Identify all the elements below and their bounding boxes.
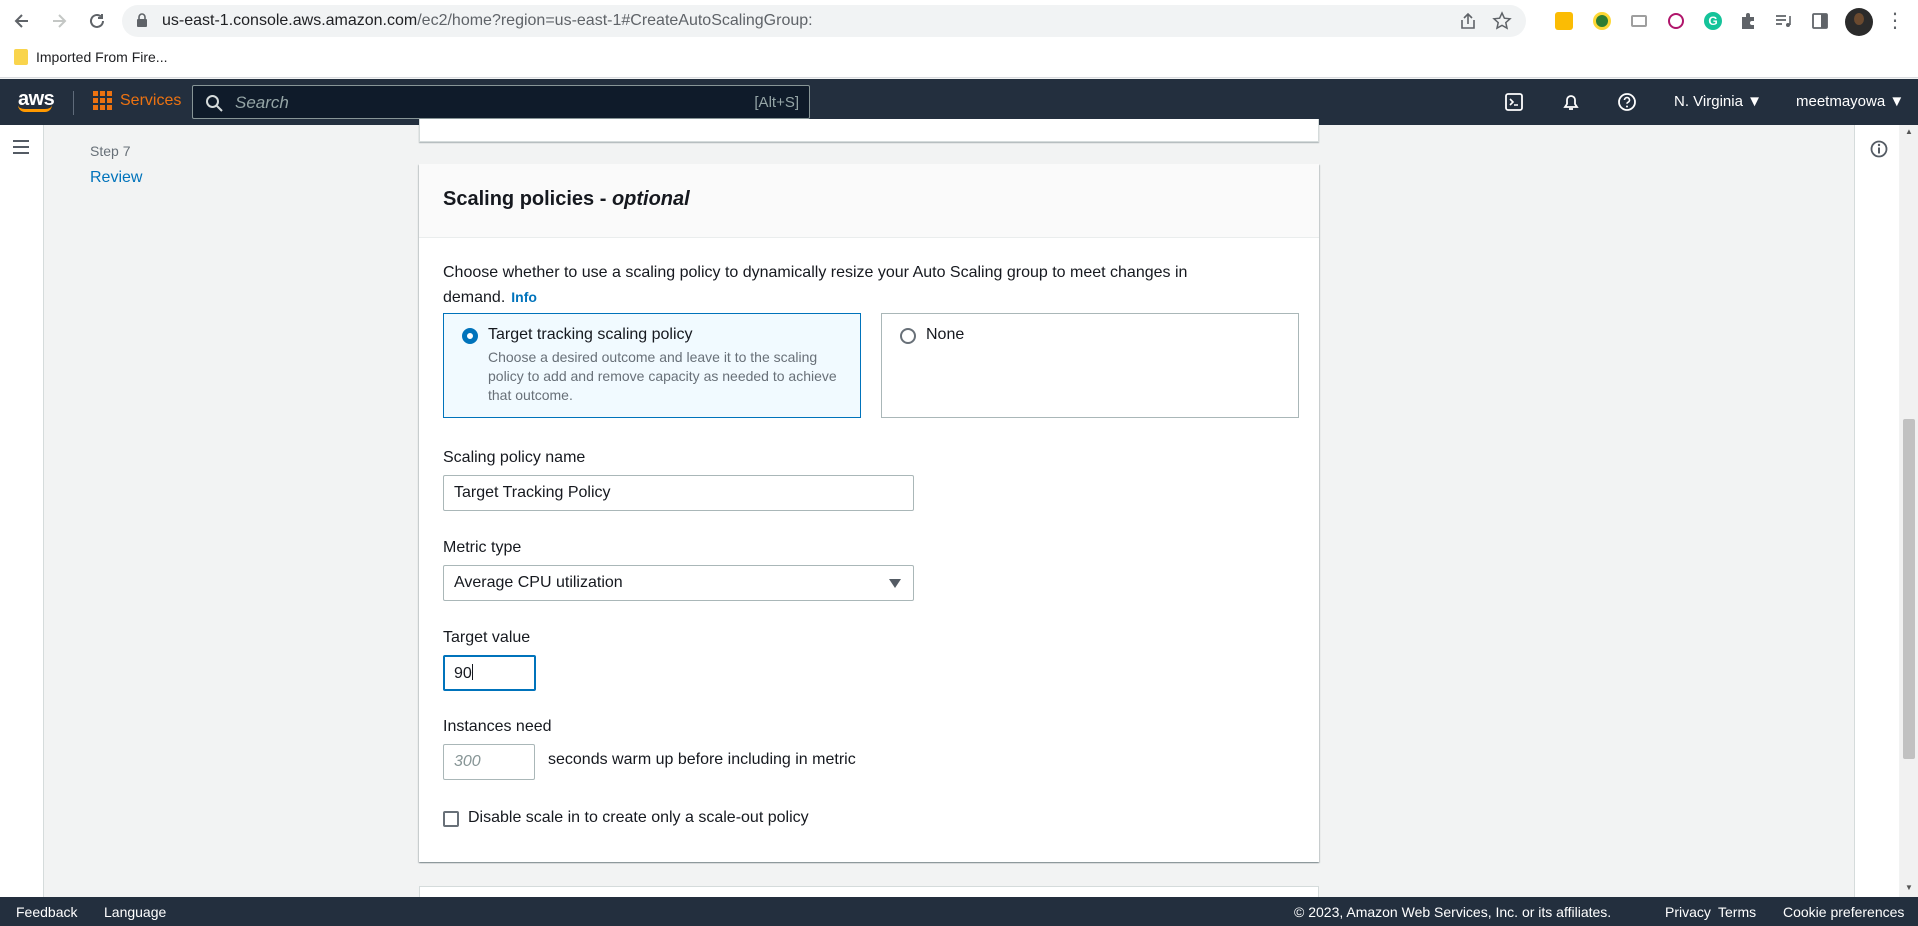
option-target-tracking[interactable]: Target tracking scaling policy Choose a … <box>443 313 861 418</box>
search-placeholder: Search <box>235 93 289 112</box>
page-scrollbar[interactable]: ▲ ▼ <box>1900 125 1918 897</box>
privacy-link[interactable]: Privacy <box>1665 904 1711 920</box>
bookmarks-bar: Imported From Fire... <box>0 42 1918 78</box>
none-label: None <box>926 326 965 343</box>
side-nav-rail <box>0 125 44 897</box>
browser-toolbar: us-east-1.console.aws.amazon.com/ec2/hom… <box>0 0 1918 42</box>
metric-type-label: Metric type <box>443 539 522 556</box>
policy-name-label: Scaling policy name <box>443 449 586 466</box>
cloudshell-icon[interactable] <box>1503 91 1525 113</box>
target-tracking-label: Target tracking scaling policy <box>488 326 693 343</box>
forward-arrow-icon[interactable] <box>47 9 71 33</box>
target-value-label: Target value <box>443 629 531 646</box>
wizard-step-nav: Step 7 Review <box>90 143 142 187</box>
instances-need-label: Instances need <box>443 718 552 735</box>
copyright-text: © 2023, Amazon Web Services, Inc. or its… <box>1294 904 1612 920</box>
scroll-up-icon[interactable]: ▲ <box>1905 127 1913 136</box>
share-icon[interactable] <box>1458 11 1478 36</box>
language-link[interactable]: Language <box>104 904 166 920</box>
none-radio[interactable] <box>900 328 916 344</box>
disable-scale-in-checkbox[interactable] <box>443 811 459 827</box>
screen-extension-icon[interactable] <box>1629 11 1649 31</box>
page-title: Scaling policies - optional <box>443 188 690 210</box>
folder-icon <box>14 49 28 65</box>
block-extension-icon[interactable] <box>1666 11 1686 31</box>
hamburger-menu-icon[interactable] <box>12 139 30 160</box>
card-header: Scaling policies - optional <box>419 164 1319 238</box>
keep-extension-icon[interactable] <box>1554 11 1574 31</box>
extensions-puzzle-icon[interactable] <box>1738 11 1758 31</box>
search-input[interactable]: Search [Alt+S] <box>192 85 810 119</box>
services-menu[interactable]: Services <box>93 91 181 110</box>
previous-section-card <box>419 119 1319 142</box>
bookmark-label: Imported From Fire... <box>36 49 168 65</box>
scroll-down-icon[interactable]: ▼ <box>1905 883 1913 892</box>
scaling-policies-card: Scaling policies - optional Choose wheth… <box>419 164 1319 862</box>
disable-scale-in-label[interactable]: Disable scale in to create only a scale-… <box>468 809 809 827</box>
back-arrow-icon[interactable] <box>10 9 34 33</box>
address-bar[interactable]: us-east-1.console.aws.amazon.com/ec2/hom… <box>122 5 1526 37</box>
cookie-preferences-link[interactable]: Cookie preferences <box>1783 904 1904 920</box>
metric-type-value: Average CPU utilization <box>454 574 623 591</box>
grid-icon <box>93 91 112 110</box>
search-shortcut: [Alt+S] <box>754 94 799 111</box>
region-selector[interactable]: N. Virginia ▼ <box>1674 93 1762 110</box>
target-value-field[interactable]: 90 <box>443 655 536 691</box>
help-icon[interactable] <box>1616 91 1638 113</box>
side-panel-icon[interactable] <box>1810 11 1830 31</box>
media-queue-icon[interactable] <box>1773 11 1793 31</box>
console-footer: Feedback Language © 2023, Amazon Web Ser… <box>0 897 1918 926</box>
bookmark-folder[interactable]: Imported From Fire... <box>14 49 167 65</box>
step-number: Step 7 <box>90 143 131 159</box>
policy-name-field[interactable]: Target Tracking Policy <box>443 475 914 511</box>
profile-avatar[interactable] <box>1845 8 1873 36</box>
dropdown-caret-icon <box>889 579 901 588</box>
info-link[interactable]: Info <box>511 289 537 305</box>
grammarly-icon[interactable]: G <box>1703 11 1723 31</box>
option-none[interactable]: None <box>881 313 1299 418</box>
bookmark-star-icon[interactable] <box>1492 11 1512 36</box>
services-label: Services <box>120 91 182 109</box>
globe-extension-icon[interactable] <box>1592 11 1612 31</box>
step-link-review[interactable]: Review <box>90 169 142 187</box>
target-tracking-radio[interactable] <box>462 328 478 344</box>
info-icon[interactable] <box>1870 140 1888 163</box>
scrollbar-thumb[interactable] <box>1903 419 1915 759</box>
metric-type-select[interactable]: Average CPU utilization <box>443 565 914 601</box>
feedback-link[interactable]: Feedback <box>16 904 77 920</box>
aws-logo[interactable]: aws <box>18 88 55 112</box>
warmup-seconds-field[interactable]: 300 <box>443 744 535 780</box>
browser-menu-icon[interactable]: ⋮ <box>1885 11 1905 31</box>
lock-icon <box>136 13 148 33</box>
target-tracking-description: Choose a desired outcome and leave it to… <box>488 349 837 403</box>
terms-link[interactable]: Terms <box>1718 904 1756 920</box>
section-description: Choose whether to use a scaling policy t… <box>443 264 1188 306</box>
account-menu[interactable]: meetmayowa ▼ <box>1796 93 1904 110</box>
reload-icon[interactable] <box>85 9 109 33</box>
url-text: us-east-1.console.aws.amazon.com/ec2/hom… <box>162 12 813 29</box>
search-icon <box>205 94 223 117</box>
warmup-suffix: seconds warm up before including in metr… <box>548 751 856 768</box>
tools-panel-rail <box>1854 125 1899 897</box>
notifications-bell-icon[interactable] <box>1560 91 1582 113</box>
nav-divider <box>73 91 74 115</box>
